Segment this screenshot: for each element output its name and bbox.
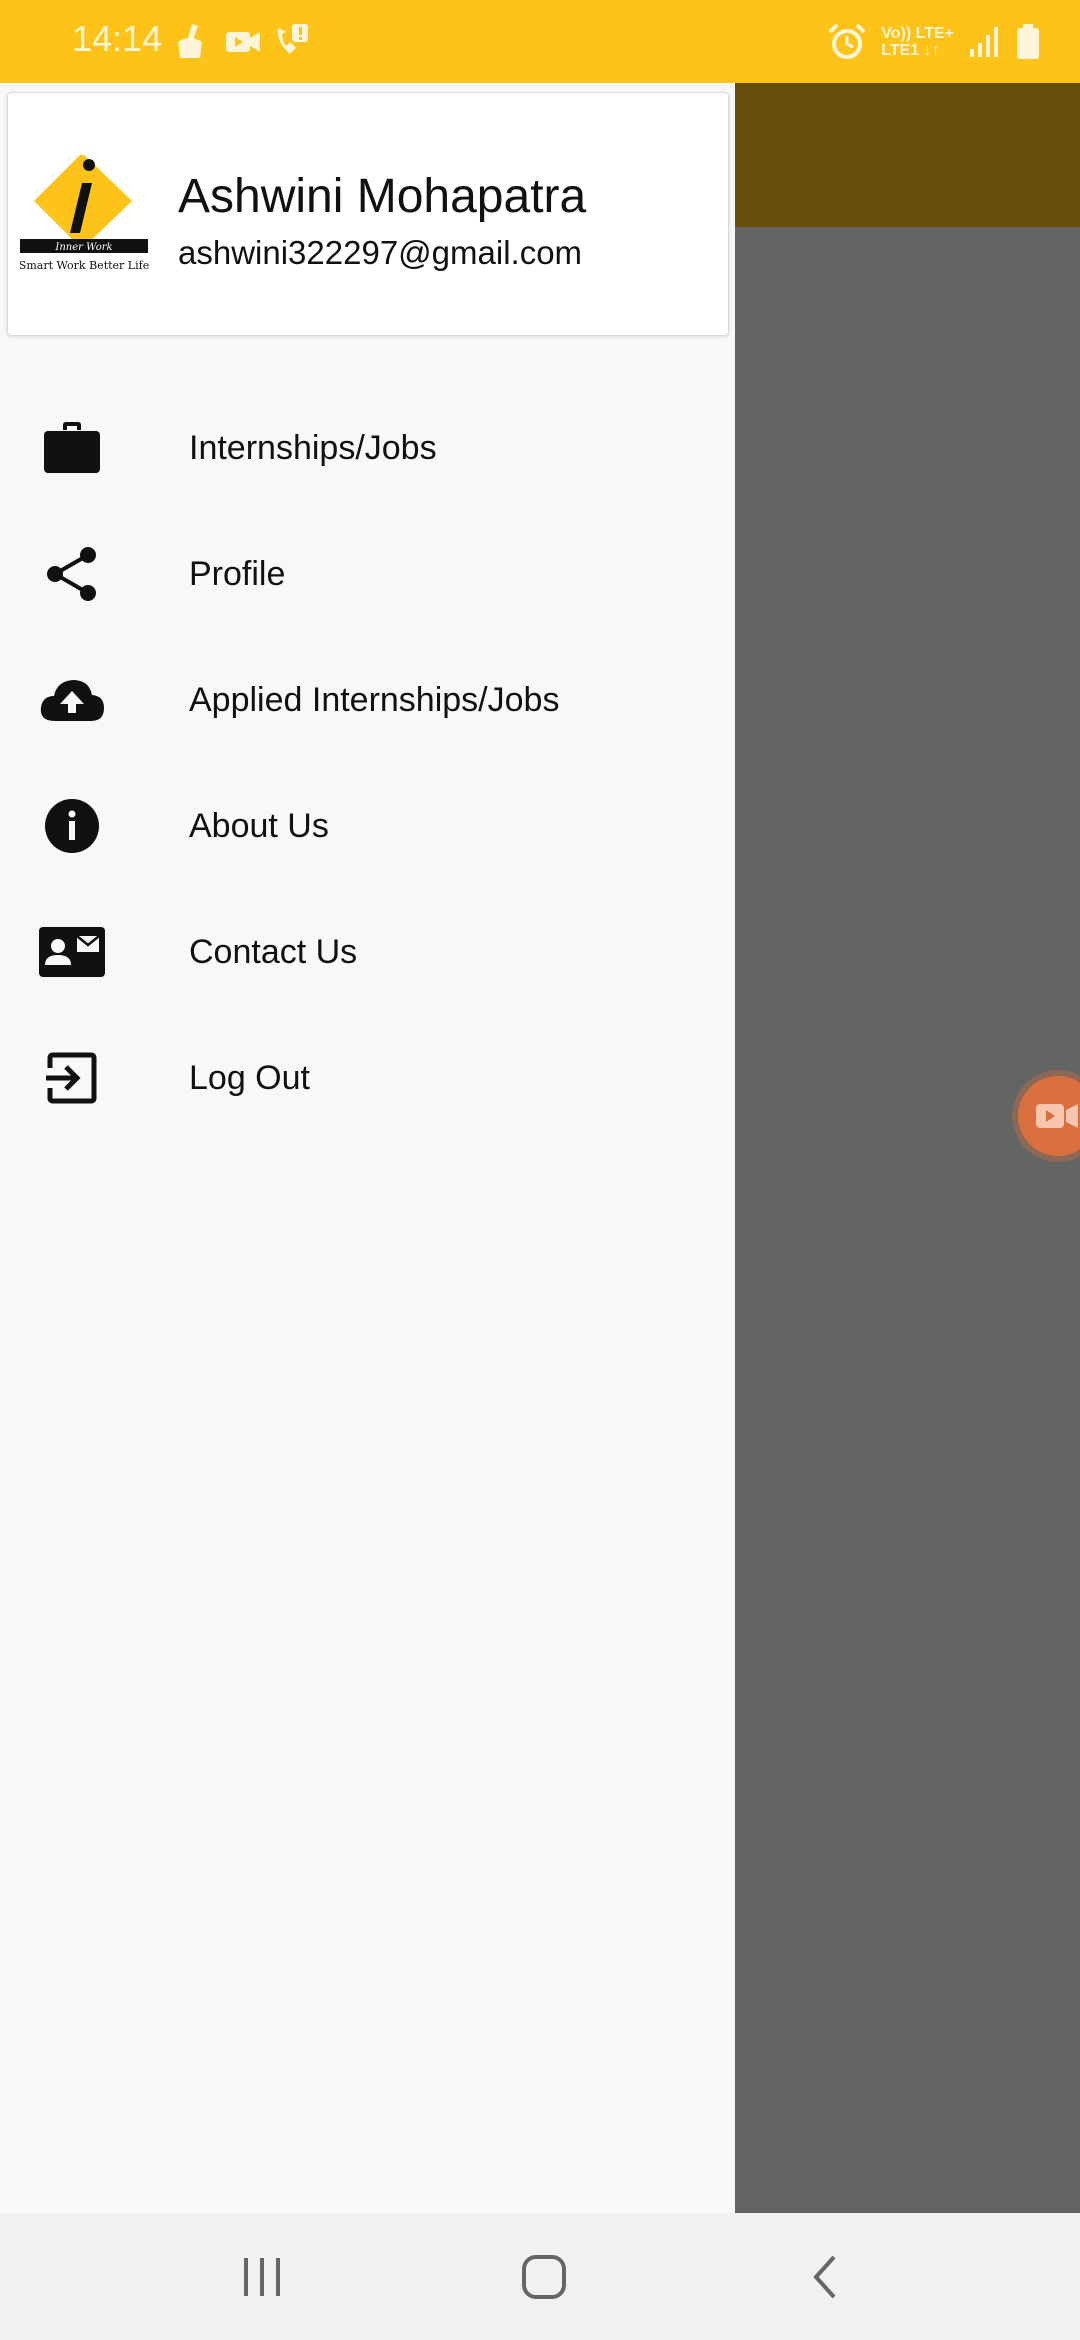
logout-icon	[38, 1044, 106, 1112]
back-icon	[813, 2255, 836, 2298]
drawer-menu: Internships/Jobs Profile Applied Interns…	[0, 385, 735, 1141]
menu-item-internships-jobs[interactable]: Internships/Jobs	[0, 385, 735, 511]
info-icon	[38, 792, 106, 860]
drawer-header: Inner Work Smart Work Better Life Ashwin…	[7, 92, 729, 336]
network-line-2-label: LTE1	[881, 42, 920, 59]
battery-icon	[1017, 24, 1039, 59]
menu-item-log-out[interactable]: Log Out	[0, 1015, 735, 1141]
home-icon	[522, 2254, 566, 2299]
menu-label: Internships/Jobs	[189, 428, 437, 467]
menu-item-applied-internships-jobs[interactable]: Applied Internships/Jobs	[0, 637, 735, 763]
user-email: ashwini322297@gmail.com	[178, 234, 583, 271]
menu-item-profile[interactable]: Profile	[0, 511, 735, 637]
user-name: Ashwini Mohapatra	[178, 170, 587, 223]
navigation-drawer: Inner Work Smart Work Better Life Ashwin…	[0, 83, 735, 2213]
menu-label: Profile	[189, 554, 286, 593]
contact-card-icon	[38, 918, 106, 986]
system-nav-bar	[0, 2213, 1080, 2340]
menu-item-contact-us[interactable]: Contact Us	[0, 889, 735, 1015]
menu-item-about-us[interactable]: About Us	[0, 763, 735, 889]
alarm-icon	[828, 23, 866, 59]
logo-text-bottom: Smart Work Better Life	[20, 259, 149, 272]
video-call-icon	[226, 32, 260, 52]
status-right: Vo)) LTE+ LTE1 ↓↑	[827, 20, 1040, 64]
share-icon	[38, 540, 106, 608]
signal-icon	[970, 27, 998, 57]
record-video-icon	[1036, 1104, 1078, 1128]
status-time: 14:14	[72, 18, 163, 59]
menu-label: Contact Us	[189, 932, 358, 971]
network-line-2: LTE1 ↓↑	[881, 42, 940, 59]
cloud-upload-icon	[38, 666, 106, 734]
status-bar: 14:14 Vo)) LTE+ LTE1 ↓↑	[0, 0, 1080, 83]
network-indicator: Vo)) LTE+ LTE1 ↓↑	[881, 25, 954, 59]
logo-text-top: Inner Work	[54, 242, 112, 253]
home-button[interactable]	[499, 2239, 589, 2314]
cleaner-icon	[178, 24, 202, 58]
inner-work-logo: Inner Work Smart Work Better Life	[20, 155, 149, 272]
back-button[interactable]	[780, 2239, 870, 2314]
menu-label: Log Out	[189, 1058, 310, 1097]
menu-label: About Us	[189, 806, 329, 845]
briefcase-icon	[38, 414, 106, 482]
network-line-1: Vo)) LTE+	[881, 25, 954, 42]
wifi-call-icon	[277, 24, 308, 54]
screen-recorder-bubble[interactable]	[1018, 1076, 1080, 1156]
menu-label: Applied Internships/Jobs	[189, 680, 560, 719]
recents-icon	[244, 2257, 280, 2296]
recents-button[interactable]	[217, 2239, 307, 2314]
